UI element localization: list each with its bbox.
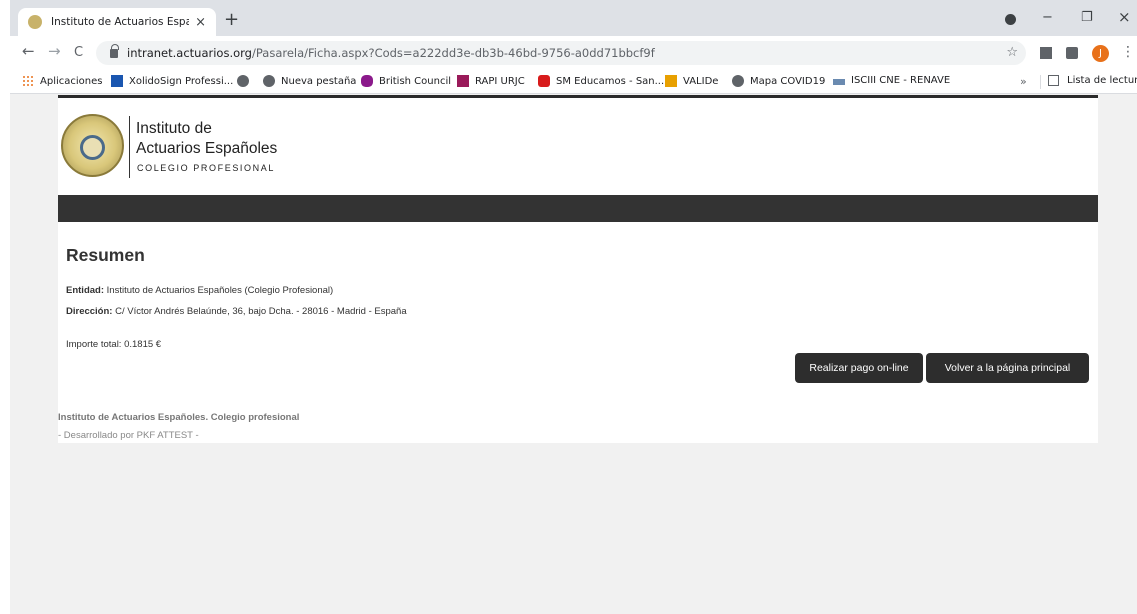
bookmark-globe[interactable] xyxy=(237,75,255,87)
globe-icon xyxy=(732,75,744,87)
back-button[interactable]: ← xyxy=(22,44,35,59)
footer-institute: Instituto de Actuarios Españoles. Colegi… xyxy=(58,412,300,423)
forward-button[interactable]: → xyxy=(48,44,61,59)
tab-title: Instituto de Actuarios Españoles. xyxy=(51,16,190,28)
bookmark-british-council[interactable]: British Council xyxy=(361,75,451,87)
pay-online-button[interactable]: Realizar pago on-line xyxy=(795,353,923,383)
browser-tab[interactable]: Instituto de Actuarios Españoles. × xyxy=(18,8,216,36)
institute-seal-logo xyxy=(61,114,124,177)
page-content: Instituto de Actuarios Españoles COLEGIO… xyxy=(58,95,1098,443)
footer-developer: - Desarrollado por PKF ATTEST - xyxy=(58,430,199,441)
sm-educamos-icon xyxy=(538,75,550,87)
site-favicon-icon xyxy=(28,15,42,29)
new-tab-button[interactable]: + xyxy=(224,11,239,29)
british-council-icon xyxy=(361,75,373,87)
logo-text-line3: COLEGIO PROFESIONAL xyxy=(137,163,275,173)
bookmark-rapi-urjc[interactable]: RAPI URJC xyxy=(457,75,525,87)
xolidosign-icon xyxy=(111,75,123,87)
reading-list-icon xyxy=(1048,75,1059,86)
seal-wheel-icon xyxy=(80,135,105,160)
bookmark-xolidosign[interactable]: XolidoSign Professi... xyxy=(111,75,233,87)
rapi-urjc-icon xyxy=(457,75,469,87)
bookmarks-bar: Aplicaciones XolidoSign Professi... Nuev… xyxy=(10,70,1137,94)
tab-strip: Instituto de Actuarios Españoles. × + − … xyxy=(10,0,1137,36)
bookmark-apps[interactable]: Aplicaciones xyxy=(22,75,102,87)
isciii-icon xyxy=(833,78,845,85)
entidad-label: Entidad: xyxy=(66,285,104,296)
url-host: intranet.actuarios.org xyxy=(127,46,252,60)
entidad-line: Entidad: Instituto de Actuarios Españole… xyxy=(66,285,333,296)
logo-text-line2: Actuarios Españoles xyxy=(136,140,278,157)
extension-icon[interactable] xyxy=(1040,47,1052,59)
restore-button[interactable]: ❐ xyxy=(1081,10,1093,25)
bookmark-star-icon[interactable]: ☆ xyxy=(1006,45,1018,60)
reading-list-button[interactable]: Lista de lectura xyxy=(1048,75,1137,86)
logo-divider xyxy=(129,116,130,178)
direccion-label: Dirección: xyxy=(66,306,113,317)
logo-text-line1: Instituto de xyxy=(136,120,212,137)
apps-grid-icon xyxy=(22,75,34,87)
bookmark-mapa-covid19[interactable]: Mapa COVID19 xyxy=(732,75,825,87)
back-to-home-button[interactable]: Volver a la página principal xyxy=(926,353,1089,383)
globe-icon xyxy=(263,75,275,87)
reload-button[interactable]: C xyxy=(74,45,83,60)
bookmark-isciii[interactable]: ISCIII CNE - RENAVE xyxy=(833,75,950,86)
lock-icon xyxy=(110,43,119,58)
valide-icon xyxy=(665,75,677,87)
globe-icon xyxy=(237,75,249,87)
close-window-button[interactable]: × xyxy=(1118,8,1131,26)
url-path: /Pasarela/Ficha.aspx?Cods=a222dd3e-db3b-… xyxy=(251,46,655,60)
site-navbar xyxy=(58,195,1098,222)
extensions-puzzle-icon[interactable] xyxy=(1066,47,1078,59)
browser-toolbar: ← → C intranet.actuarios.org/Pasarela/Fi… xyxy=(10,36,1137,70)
bookmarks-separator xyxy=(1040,75,1041,89)
minimize-button[interactable]: − xyxy=(1042,10,1053,25)
importe-total: Importe total: 0.1815 € xyxy=(66,339,162,350)
entidad-value: Instituto de Actuarios Españoles (Colegi… xyxy=(106,285,334,296)
bookmark-nueva-pestana[interactable]: Nueva pestaña xyxy=(263,75,356,87)
address-bar[interactable]: intranet.actuarios.org/Pasarela/Ficha.as… xyxy=(96,41,1026,65)
page-title: Resumen xyxy=(66,245,145,265)
direccion-value: C/ Víctor Andrés Belaúnde, 36, bajo Dcha… xyxy=(115,306,407,317)
browser-window: Instituto de Actuarios Españoles. × + − … xyxy=(10,0,1137,614)
direccion-line: Dirección: C/ Víctor Andrés Belaúnde, 36… xyxy=(66,306,407,317)
bookmark-sm-educamos[interactable]: SM Educamos - San... xyxy=(538,75,664,87)
profile-indicator-icon[interactable] xyxy=(1005,14,1016,25)
browser-menu-icon[interactable]: ⋮ xyxy=(1121,44,1135,60)
bookmark-valide[interactable]: VALIDe xyxy=(665,75,718,87)
tab-close-icon[interactable]: × xyxy=(195,15,206,30)
bookmarks-overflow-button[interactable]: » xyxy=(1020,75,1027,88)
profile-avatar[interactable]: J xyxy=(1092,45,1109,62)
